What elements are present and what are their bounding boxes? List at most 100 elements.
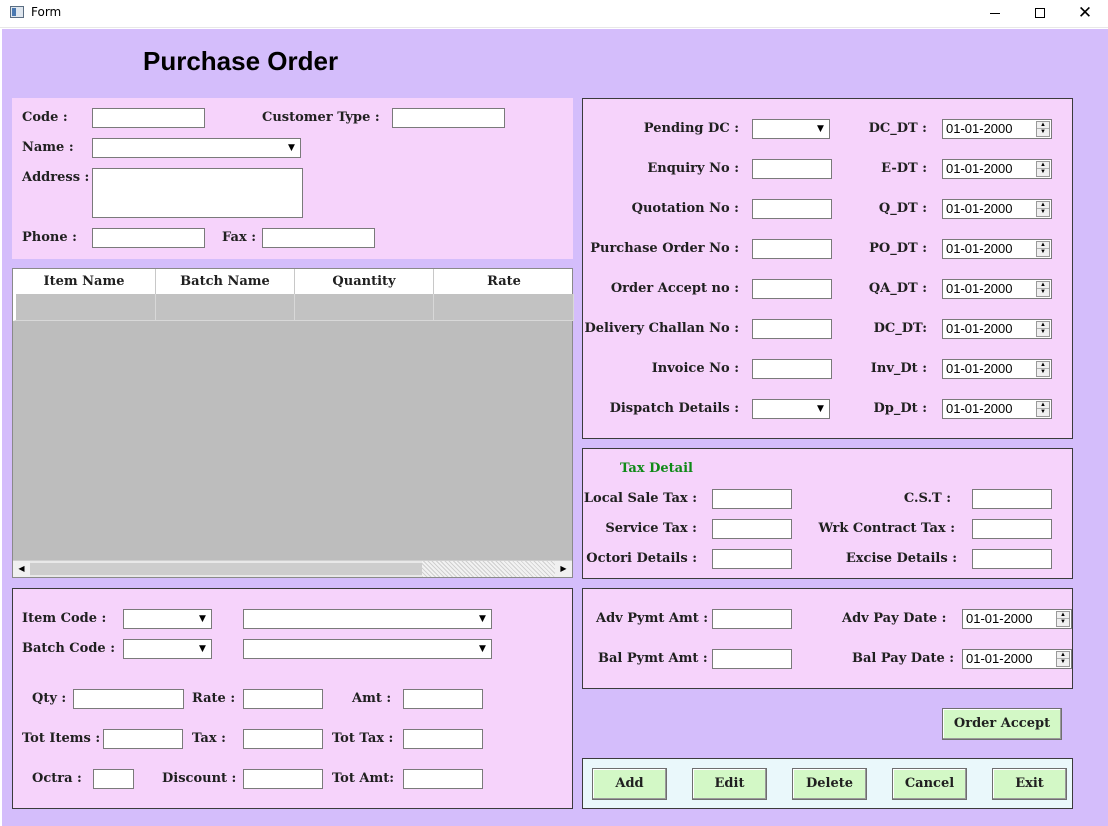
spin-down-icon[interactable]: ▼	[1037, 409, 1049, 416]
column-header-rate[interactable]: Rate	[434, 269, 574, 294]
phone-input[interactable]	[92, 228, 205, 248]
spin-up-icon[interactable]: ▲	[1037, 282, 1049, 289]
maximize-button[interactable]	[1017, 0, 1063, 28]
po-dt-picker[interactable]: 01-01-2000 ▲ ▼	[942, 239, 1052, 259]
item-name-combo[interactable]: ▼	[243, 609, 492, 629]
spin-down-icon[interactable]: ▼	[1057, 619, 1069, 626]
date-spinner[interactable]: ▲ ▼	[1036, 361, 1050, 377]
bal-pymt-amt-input[interactable]	[712, 649, 792, 669]
scroll-left-icon[interactable]: ◀	[13, 561, 30, 577]
date-spinner[interactable]: ▲ ▼	[1036, 281, 1050, 297]
horizontal-scrollbar[interactable]: ◀ ▶	[13, 560, 572, 577]
chevron-down-icon[interactable]: ▼	[813, 121, 828, 137]
rate-input[interactable]	[243, 689, 323, 709]
spin-down-icon[interactable]: ▼	[1037, 369, 1049, 376]
customer-type-input[interactable]	[392, 108, 505, 128]
close-button[interactable]: ✕	[1062, 0, 1108, 28]
chevron-down-icon[interactable]: ▼	[813, 401, 828, 417]
code-input[interactable]	[92, 108, 205, 128]
date-spinner[interactable]: ▲ ▼	[1036, 241, 1050, 257]
column-header-item-name[interactable]: Item Name	[13, 269, 156, 294]
e-dt-picker[interactable]: 01-01-2000 ▲ ▼	[942, 159, 1052, 179]
batch-name-combo[interactable]: ▼	[243, 639, 492, 659]
inv-dt-picker[interactable]: 01-01-2000 ▲ ▼	[942, 359, 1052, 379]
dp-dt-picker[interactable]: 01-01-2000 ▲ ▼	[942, 399, 1052, 419]
scroll-right-icon[interactable]: ▶	[555, 561, 572, 577]
date-spinner[interactable]: ▲ ▼	[1036, 321, 1050, 337]
spin-down-icon[interactable]: ▼	[1037, 169, 1049, 176]
date-spinner[interactable]: ▲ ▼	[1056, 651, 1070, 667]
dc-dt-2-picker[interactable]: 01-01-2000 ▲ ▼	[942, 319, 1052, 339]
spin-up-icon[interactable]: ▲	[1037, 202, 1049, 209]
spin-up-icon[interactable]: ▲	[1037, 322, 1049, 329]
order-accept-no-input[interactable]	[752, 279, 832, 299]
add-button[interactable]: Add	[592, 768, 667, 800]
grid-cell[interactable]	[13, 294, 156, 321]
column-header-quantity[interactable]: Quantity	[295, 269, 434, 294]
date-spinner[interactable]: ▲ ▼	[1036, 401, 1050, 417]
discount-input[interactable]	[243, 769, 323, 789]
scroll-track[interactable]	[422, 561, 555, 577]
quotation-no-input[interactable]	[752, 199, 832, 219]
dispatch-details-combo[interactable]: ▼	[752, 399, 830, 419]
cst-input[interactable]	[972, 489, 1052, 509]
amt-input[interactable]	[403, 689, 483, 709]
grid-cell[interactable]	[434, 294, 574, 321]
qty-input[interactable]	[73, 689, 184, 709]
purchase-order-no-input[interactable]	[752, 239, 832, 259]
cancel-button[interactable]: Cancel	[892, 768, 967, 800]
date-spinner[interactable]: ▲ ▼	[1036, 121, 1050, 137]
spin-up-icon[interactable]: ▲	[1037, 162, 1049, 169]
adv-pay-date-picker[interactable]: 01-01-2000 ▲ ▼	[962, 609, 1072, 629]
spin-up-icon[interactable]: ▲	[1037, 242, 1049, 249]
pending-dc-combo[interactable]: ▼	[752, 119, 830, 139]
spin-up-icon[interactable]: ▲	[1057, 612, 1069, 619]
address-textarea[interactable]	[92, 168, 303, 218]
tax-input[interactable]	[243, 729, 323, 749]
edit-button[interactable]: Edit	[692, 768, 767, 800]
spin-down-icon[interactable]: ▼	[1057, 659, 1069, 666]
enquiry-no-input[interactable]	[752, 159, 832, 179]
fax-input[interactable]	[262, 228, 375, 248]
spin-down-icon[interactable]: ▼	[1037, 289, 1049, 296]
q-dt-picker[interactable]: 01-01-2000 ▲ ▼	[942, 199, 1052, 219]
spin-up-icon[interactable]: ▲	[1057, 652, 1069, 659]
octra-input[interactable]	[93, 769, 134, 789]
minimize-button[interactable]	[972, 0, 1018, 28]
chevron-down-icon[interactable]: ▼	[475, 611, 490, 627]
scroll-thumb[interactable]	[30, 563, 422, 575]
chevron-down-icon[interactable]: ▼	[475, 641, 490, 657]
spin-down-icon[interactable]: ▼	[1037, 329, 1049, 336]
spin-up-icon[interactable]: ▲	[1037, 122, 1049, 129]
local-sale-tax-input[interactable]	[712, 489, 792, 509]
name-combo[interactable]: ▼	[92, 138, 301, 158]
date-spinner[interactable]: ▲ ▼	[1036, 161, 1050, 177]
grid-cell[interactable]	[295, 294, 434, 321]
date-spinner[interactable]: ▲ ▼	[1056, 611, 1070, 627]
item-code-combo[interactable]: ▼	[123, 609, 212, 629]
grid-cell[interactable]	[156, 294, 295, 321]
items-grid[interactable]: Item Name Batch Name Quantity Rate ◀ ▶	[12, 268, 574, 578]
spin-down-icon[interactable]: ▼	[1037, 249, 1049, 256]
excise-details-input[interactable]	[972, 549, 1052, 569]
octori-details-input[interactable]	[712, 549, 792, 569]
column-header-batch-name[interactable]: Batch Name	[156, 269, 295, 294]
tot-tax-input[interactable]	[403, 729, 483, 749]
chevron-down-icon[interactable]: ▼	[195, 611, 210, 627]
chevron-down-icon[interactable]: ▼	[195, 641, 210, 657]
invoice-no-input[interactable]	[752, 359, 832, 379]
tot-amt-input[interactable]	[403, 769, 483, 789]
dc-dt-picker[interactable]: 01-01-2000 ▲ ▼	[942, 119, 1052, 139]
batch-code-combo[interactable]: ▼	[123, 639, 212, 659]
date-spinner[interactable]: ▲ ▼	[1036, 201, 1050, 217]
exit-button[interactable]: Exit	[992, 768, 1067, 800]
delivery-challan-no-input[interactable]	[752, 319, 832, 339]
tot-items-input[interactable]	[103, 729, 183, 749]
spin-down-icon[interactable]: ▼	[1037, 209, 1049, 216]
spin-down-icon[interactable]: ▼	[1037, 129, 1049, 136]
wrk-contract-tax-input[interactable]	[972, 519, 1052, 539]
order-accept-button[interactable]: Order Accept	[942, 708, 1062, 740]
adv-pymt-amt-input[interactable]	[712, 609, 792, 629]
spin-up-icon[interactable]: ▲	[1037, 402, 1049, 409]
spin-up-icon[interactable]: ▲	[1037, 362, 1049, 369]
